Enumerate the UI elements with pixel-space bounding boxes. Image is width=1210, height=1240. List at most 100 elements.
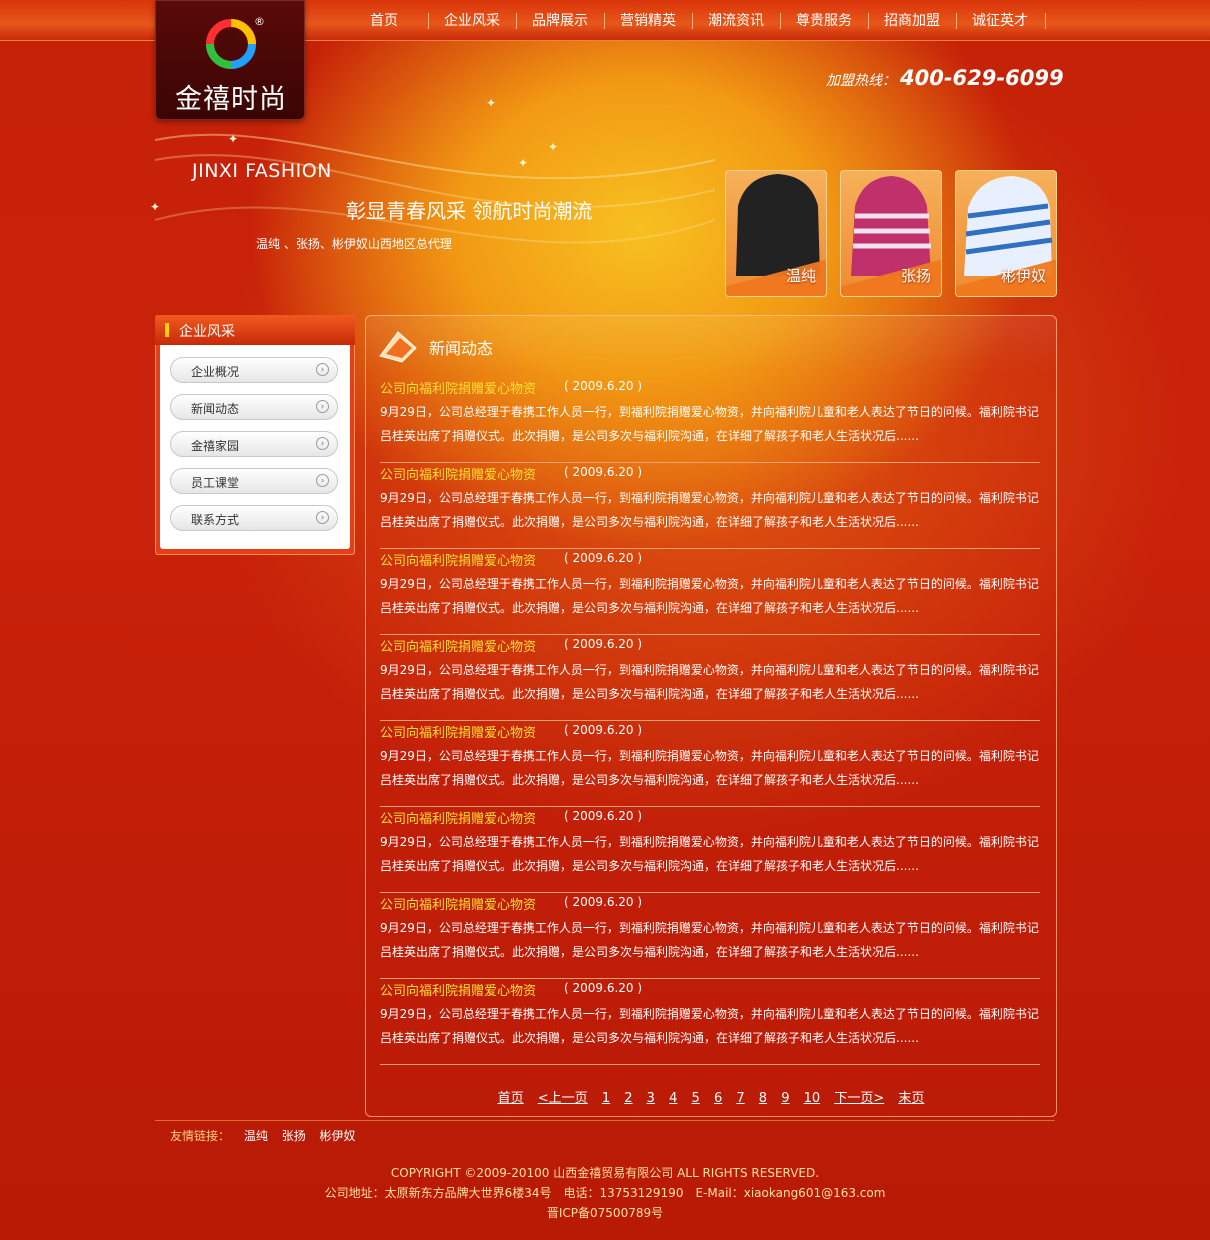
news-item: 公司向福利院捐赠爱心物资 ( 2009.6.20 ) 9月29日，公司总经理于春… — [380, 892, 1040, 979]
footer-icp: 晋ICP备07500789号 — [546, 1206, 664, 1220]
footer-divider — [155, 1120, 1055, 1121]
news-title-link[interactable]: 公司向福利院捐赠爱心物资 — [380, 808, 536, 827]
star-card-wenchun[interactable]: 温纯 — [725, 170, 827, 297]
pager-page[interactable]: 10 — [804, 1091, 821, 1106]
banner-subtitle: 温纯 、张扬、彬伊奴山西地区总代理 — [256, 237, 452, 251]
sparkle-icon: ✦ — [518, 156, 529, 170]
news-title-link[interactable]: 公司向福利院捐赠爱心物资 — [380, 550, 536, 569]
sparkle-icon: ✦ — [486, 96, 497, 110]
sidebar: 企业风采 企业概况 › 新闻动态 › 金禧家园 › 员工课堂 › 联系方式 › — [155, 315, 355, 555]
friend-link[interactable]: 温纯 — [244, 1129, 268, 1143]
friend-link[interactable]: 彬伊奴 — [320, 1129, 356, 1143]
banner-slogan: 彰显青春风采 领航时尚潮流 — [346, 199, 593, 223]
news-item: 公司向福利院捐赠爱心物资 ( 2009.6.20 ) 9月29日，公司总经理于春… — [380, 978, 1040, 1065]
sidebar-menu: 企业概况 › 新闻动态 › 金禧家园 › 员工课堂 › 联系方式 › — [160, 345, 350, 549]
sidebar-item-news[interactable]: 新闻动态 › — [170, 394, 338, 420]
star-name: 张扬 — [900, 267, 931, 285]
page-title: 新闻动态 — [429, 339, 494, 358]
banner-en-title: JINXI FASHION — [192, 160, 332, 182]
chevron-right-icon: › — [316, 400, 329, 413]
nav-item-brands[interactable]: 品牌展示 — [516, 0, 604, 40]
main-nav: 首页 企业风采 品牌展示 营销精英 潮流资讯 尊贵服务 招商加盟 诚征英才 — [340, 0, 1046, 40]
sidebar-item-home[interactable]: 金禧家园 › — [170, 431, 338, 457]
news-item: 公司向福利院捐赠爱心物资 ( 2009.6.20 ) 9月29日，公司总经理于春… — [380, 720, 1040, 807]
sidebar-header: 企业风采 — [155, 315, 355, 345]
nav-item-company[interactable]: 企业风采 — [428, 0, 516, 40]
nav-item-home[interactable]: 首页 — [340, 0, 428, 40]
pager-prev[interactable]: <上一页 — [538, 1087, 588, 1106]
news-item: 公司向福利院捐赠爱心物资 ( 2009.6.20 ) 9月29日，公司总经理于春… — [380, 462, 1040, 549]
sidebar-header-bar — [165, 323, 169, 337]
sidebar-item-overview[interactable]: 企业概况 › — [170, 357, 338, 383]
news-summary: 9月29日，公司总经理于春携工作人员一行，到福利院捐赠爱心物资，并向福利院儿童和… — [380, 405, 1039, 443]
nav-item-franchise[interactable]: 招商加盟 — [868, 0, 956, 40]
news-item: 公司向福利院捐赠爱心物资 ( 2009.6.20 ) 9月29日，公司总经理于春… — [380, 806, 1040, 893]
news-title-link[interactable]: 公司向福利院捐赠爱心物资 — [380, 980, 536, 999]
footer-address: 公司地址：太原新东方品牌大世界6楼34号 电话：13753129190 E-Ma… — [324, 1186, 886, 1200]
star-card-binyinu[interactable]: 彬伊奴 — [955, 170, 1057, 297]
pager-page[interactable]: 9 — [781, 1091, 789, 1106]
news-date: ( 2009.6.20 ) — [564, 723, 643, 737]
news-title-link[interactable]: 公司向福利院捐赠爱心物资 — [380, 378, 536, 397]
friend-link[interactable]: 张扬 — [282, 1129, 306, 1143]
pager-next[interactable]: 下一页> — [834, 1087, 884, 1106]
pager-page[interactable]: 1 — [602, 1091, 610, 1106]
news-date: ( 2009.6.20 ) — [564, 809, 643, 823]
chevron-right-icon: › — [316, 511, 329, 524]
nav-item-elite[interactable]: 营销精英 — [604, 0, 692, 40]
pagination: 首页 <上一页 1 2 3 4 5 6 7 8 9 10 下一页> 末页 — [366, 1087, 1056, 1106]
news-summary: 9月29日，公司总经理于春携工作人员一行，到福利院捐赠爱心物资，并向福利院儿童和… — [380, 577, 1039, 615]
chevron-right-icon: › — [316, 363, 329, 376]
pager-page[interactable]: 8 — [759, 1091, 767, 1106]
news-summary: 9月29日，公司总经理于春携工作人员一行，到福利院捐赠爱心物资，并向福利院儿童和… — [380, 663, 1039, 701]
star-name: 温纯 — [785, 267, 816, 285]
sidebar-item-label: 金禧家园 — [191, 439, 240, 453]
chevron-right-icon: › — [316, 474, 329, 487]
news-date: ( 2009.6.20 ) — [564, 895, 643, 909]
news-title-link[interactable]: 公司向福利院捐赠爱心物资 — [380, 894, 536, 913]
friend-links: 友情链接： 温纯 张扬 彬伊奴 — [170, 1127, 356, 1144]
pager-page[interactable]: 7 — [736, 1091, 744, 1106]
news-item: 公司向福利院捐赠爱心物资 ( 2009.6.20 ) 9月29日，公司总经理于春… — [380, 634, 1040, 721]
nav-item-trends[interactable]: 潮流资讯 — [692, 0, 780, 40]
news-panel: 新闻动态 公司向福利院捐赠爱心物资 ( 2009.6.20 ) 9月29日，公司… — [365, 315, 1057, 1117]
sidebar-item-classroom[interactable]: 员工课堂 › — [170, 468, 338, 494]
sidebar-title: 企业风采 — [179, 324, 235, 340]
news-date: ( 2009.6.20 ) — [564, 981, 643, 995]
pager-page[interactable]: 5 — [692, 1091, 700, 1106]
hotline-number: 400-629-6099 — [900, 66, 1064, 90]
footer-copyright: COPYRIGHT ©2009-20100 山西金禧贸易有限公司 ALL RIG… — [390, 1166, 820, 1180]
pager-page[interactable]: 6 — [714, 1091, 722, 1106]
pager-first[interactable]: 首页 — [498, 1087, 524, 1106]
news-title-link[interactable]: 公司向福利院捐赠爱心物资 — [380, 722, 536, 741]
sidebar-item-label: 企业概况 — [191, 365, 240, 379]
sidebar-item-label: 员工课堂 — [191, 476, 240, 490]
news-summary: 9月29日，公司总经理于春携工作人员一行，到福利院捐赠爱心物资，并向福利院儿童和… — [380, 749, 1039, 787]
news-summary: 9月29日，公司总经理于春携工作人员一行，到福利院捐赠爱心物资，并向福利院儿童和… — [380, 921, 1039, 959]
pager-page[interactable]: 3 — [647, 1091, 655, 1106]
news-summary: 9月29日，公司总经理于春携工作人员一行，到福利院捐赠爱心物资，并向福利院儿童和… — [380, 1007, 1039, 1045]
star-name: 彬伊奴 — [1000, 267, 1046, 285]
news-date: ( 2009.6.20 ) — [564, 379, 643, 393]
sparkle-icon: ✦ — [228, 132, 239, 146]
news-summary: 9月29日，公司总经理于春携工作人员一行，到福利院捐赠爱心物资，并向福利院儿童和… — [380, 835, 1039, 873]
news-title-link[interactable]: 公司向福利院捐赠爱心物资 — [380, 636, 536, 655]
news-summary: 9月29日，公司总经理于春携工作人员一行，到福利院捐赠爱心物资，并向福利院儿童和… — [380, 491, 1039, 529]
news-item: 公司向福利院捐赠爱心物资 ( 2009.6.20 ) 9月29日，公司总经理于春… — [380, 376, 1040, 463]
hotline: 加盟热线： 400-629-6099 — [826, 66, 1064, 90]
pager-page[interactable]: 4 — [669, 1091, 677, 1106]
friend-links-label: 友情链接： — [170, 1129, 231, 1143]
pager-page[interactable]: 2 — [624, 1091, 632, 1106]
hotline-label: 加盟热线： — [826, 73, 896, 89]
nav-item-careers[interactable]: 诚征英才 — [956, 0, 1046, 40]
sidebar-item-contact[interactable]: 联系方式 › — [170, 505, 338, 531]
news-date: ( 2009.6.20 ) — [564, 551, 643, 565]
logo-ring-icon — [206, 19, 256, 69]
sidebar-item-label: 新闻动态 — [191, 402, 240, 416]
nav-item-service[interactable]: 尊贵服务 — [780, 0, 868, 40]
news-date: ( 2009.6.20 ) — [564, 637, 643, 651]
sparkle-icon: ✦ — [150, 200, 161, 214]
star-card-zhangyang[interactable]: 张扬 — [840, 170, 942, 297]
pager-last[interactable]: 末页 — [898, 1087, 924, 1106]
news-title-link[interactable]: 公司向福利院捐赠爱心物资 — [380, 464, 536, 483]
